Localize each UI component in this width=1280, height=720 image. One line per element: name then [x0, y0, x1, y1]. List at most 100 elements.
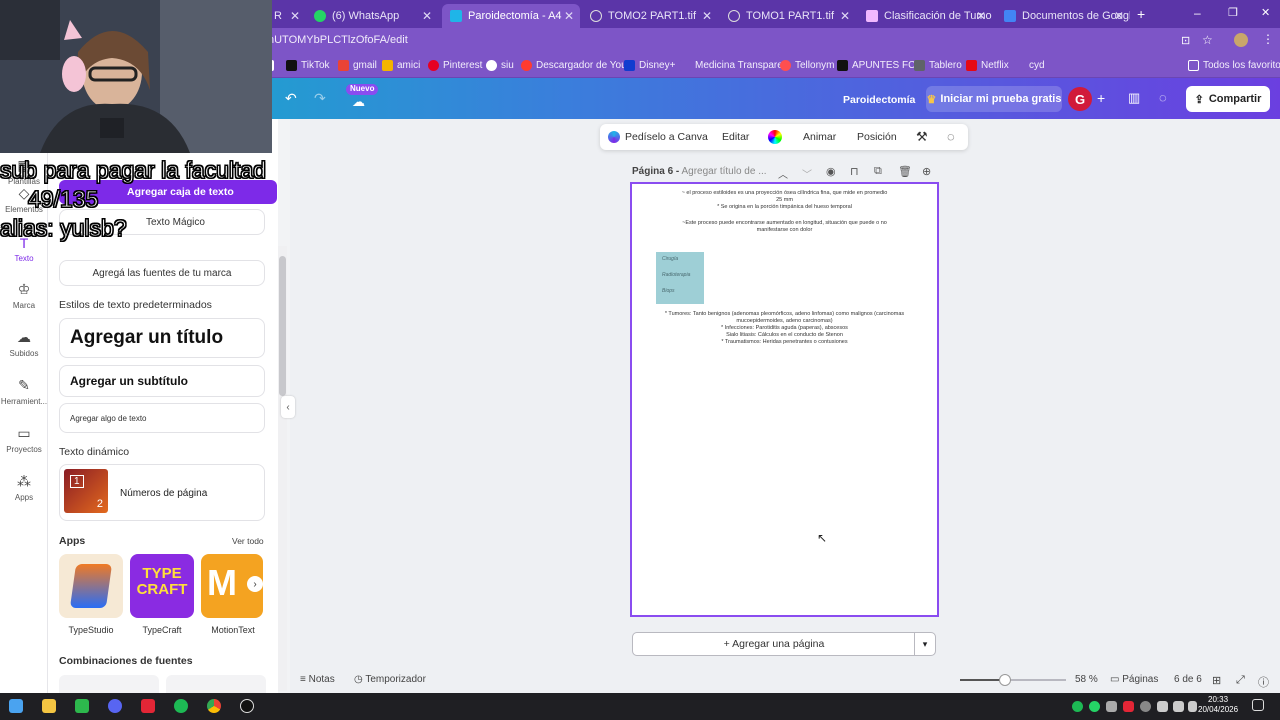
- tray-icon[interactable]: [1072, 701, 1083, 712]
- comment-icon[interactable]: ◌: [1159, 90, 1167, 105]
- chevron-up-icon[interactable]: ︿: [778, 166, 788, 181]
- chevron-right-icon[interactable]: ›: [247, 576, 263, 592]
- rail-subidos[interactable]: ☁ Subidos: [0, 329, 48, 358]
- help-icon[interactable]: ⓘ: [1258, 674, 1269, 690]
- close-icon[interactable]: ✕: [564, 9, 574, 23]
- spotify-icon[interactable]: [174, 699, 188, 713]
- bookmark-tablero[interactable]: Tablero: [914, 60, 962, 71]
- url-field[interactable]: nUTOMYbPLCTlzOfoFA/edit: [268, 34, 408, 46]
- install-app-icon[interactable]: ⊡: [1181, 34, 1190, 47]
- document-title[interactable]: Paroidectomía: [843, 94, 915, 106]
- notes-button[interactable]: ≡ Notas: [300, 674, 335, 685]
- close-icon[interactable]: ✕: [976, 9, 986, 23]
- panel-scroll-thumb[interactable]: [279, 256, 286, 396]
- profile-avatar[interactable]: [1234, 33, 1248, 47]
- font-combo-card[interactable]: [59, 675, 159, 693]
- discord-icon[interactable]: [108, 699, 122, 713]
- bookmark-apuntes[interactable]: APUNTES FCM: [837, 60, 924, 71]
- tab-paroidectomia[interactable]: Paroidectomía - A4 ✕: [442, 4, 580, 28]
- bookmark-tiktok[interactable]: TikTok: [286, 60, 330, 71]
- analytics-icon[interactable]: ▥: [1128, 90, 1140, 106]
- tab-1[interactable]: R ✕: [266, 4, 306, 28]
- bookmark-netflix[interactable]: Netflix: [966, 60, 1009, 71]
- paint-format-icon[interactable]: ⚒: [916, 129, 928, 145]
- tab-whatsapp[interactable]: (6) WhatsApp ✕: [306, 4, 438, 28]
- rail-proyectos[interactable]: ▭ Proyectos: [0, 425, 48, 454]
- cloud-sync-icon[interactable]: ☁: [352, 94, 365, 110]
- rail-marca[interactable]: ♔ Marca: [0, 281, 48, 310]
- bookmark-tellonym[interactable]: Tellonym: [780, 60, 834, 71]
- zoom-slider-handle[interactable]: [998, 674, 1011, 686]
- network-icon[interactable]: [1173, 701, 1184, 712]
- close-icon[interactable]: ✕: [1114, 9, 1124, 23]
- notifications-icon[interactable]: [1252, 699, 1264, 711]
- font-combo-card[interactable]: [166, 675, 266, 693]
- tab-clasificacion[interactable]: Clasificación de Tumores✕: [858, 4, 992, 28]
- close-icon[interactable]: ✕: [290, 9, 300, 23]
- add-body-text-button[interactable]: Agregar algo de texto: [59, 403, 265, 433]
- mic-icon[interactable]: [1157, 701, 1168, 712]
- minimize-icon[interactable]: –: [1194, 6, 1201, 20]
- file-explorer-icon[interactable]: [42, 699, 56, 713]
- zoom-level[interactable]: 58 %: [1075, 674, 1098, 685]
- bookmark-descargador[interactable]: Descargador de You...: [521, 60, 635, 71]
- add-subtitle-button[interactable]: Agregar un subtítulo: [59, 365, 265, 397]
- lock-icon[interactable]: ⊓: [850, 165, 859, 178]
- close-icon[interactable]: ✕: [422, 9, 432, 23]
- bookmark-star-icon[interactable]: ☆: [1202, 33, 1213, 47]
- tray-icon[interactable]: [1089, 701, 1100, 712]
- bookmark-medicina[interactable]: Medicina Transpare...: [680, 60, 791, 71]
- undo-icon[interactable]: ↶: [285, 90, 297, 107]
- design-page[interactable]: ~ el proceso estiloides es una proyecció…: [630, 182, 939, 617]
- add-page-icon[interactable]: ⊕: [922, 165, 931, 178]
- typecraft-app[interactable]: TYPE CRAFT: [130, 554, 194, 618]
- timer-button[interactable]: ◷ Temporizador: [354, 674, 426, 685]
- page-text-block[interactable]: ~ el proceso estiloides es una proyecció…: [642, 190, 927, 234]
- tab-tomo1[interactable]: TOMO1 PART1.tif ✕: [720, 4, 856, 28]
- bookmark-disney[interactable]: Disney+: [624, 60, 675, 71]
- comment-add-icon[interactable]: ◌: [947, 129, 955, 144]
- tray-icon[interactable]: [1106, 701, 1117, 712]
- see-all-link[interactable]: Ver todo: [232, 536, 264, 546]
- windows-start-icon[interactable]: [9, 699, 23, 713]
- add-page-dropdown[interactable]: ▾: [914, 632, 936, 656]
- obs-icon[interactable]: [240, 699, 254, 713]
- pages-button[interactable]: ▭ Páginas: [1110, 674, 1158, 685]
- share-button[interactable]: ⇪ Compartir: [1186, 86, 1270, 112]
- start-trial-button[interactable]: ♛ Iniciar mi prueba gratis: [926, 86, 1062, 112]
- page-text-block[interactable]: * Tumores: Tanto benignos (adenomas pleo…: [642, 311, 927, 346]
- delete-icon[interactable]: 🗑: [898, 165, 912, 178]
- add-title-button[interactable]: Agregar un título: [59, 318, 265, 358]
- page-numbers-button[interactable]: 12 Números de página: [59, 464, 265, 521]
- checklist-image[interactable]: Cirugía Radioterapia Biops: [656, 252, 704, 304]
- all-favorites[interactable]: Todos los favoritos: [1188, 60, 1280, 71]
- typestudio-app[interactable]: [59, 554, 123, 618]
- edit-button[interactable]: Editar: [722, 131, 749, 143]
- duplicate-icon[interactable]: ⧉: [874, 165, 882, 178]
- system-clock[interactable]: 20:33 20/04/2026: [1198, 695, 1238, 715]
- chevron-down-icon[interactable]: ﹀: [802, 166, 812, 181]
- page-title-input[interactable]: Agregar título de ...: [681, 166, 766, 177]
- grid-view-icon[interactable]: ⊞: [1212, 674, 1221, 687]
- animate-button[interactable]: Animar: [803, 131, 836, 143]
- bookmark-siu[interactable]: siu: [486, 60, 514, 71]
- fullscreen-icon[interactable]: ⤢: [1236, 674, 1245, 687]
- menu-icon[interactable]: ⋮: [1262, 32, 1274, 46]
- ask-canva-button[interactable]: Pedíselo a Canva: [608, 131, 708, 143]
- add-page-button[interactable]: + Agregar una página: [632, 632, 916, 656]
- user-avatar[interactable]: G: [1068, 87, 1092, 111]
- bookmark-amici[interactable]: amici: [382, 60, 420, 71]
- rail-apps[interactable]: ⁂ Apps: [0, 473, 48, 502]
- tab-docs[interactable]: Documentos de Google ✕: [996, 4, 1130, 28]
- bookmark-gmail[interactable]: gmail: [338, 60, 377, 71]
- app-icon[interactable]: [141, 699, 155, 713]
- restore-icon[interactable]: ❐: [1228, 6, 1238, 19]
- motiontext-app[interactable]: M ›: [201, 554, 263, 618]
- color-wheel-icon[interactable]: [768, 130, 782, 144]
- tab-tomo2[interactable]: TOMO2 PART1.tif ✕: [582, 4, 718, 28]
- tray-icon[interactable]: [1140, 701, 1151, 712]
- chrome-icon[interactable]: [207, 699, 221, 713]
- rail-herramientas[interactable]: ✎ Herramient...: [0, 377, 48, 406]
- new-tab-button[interactable]: +: [1137, 6, 1145, 22]
- bookmark-cyd[interactable]: cyd: [1014, 60, 1045, 71]
